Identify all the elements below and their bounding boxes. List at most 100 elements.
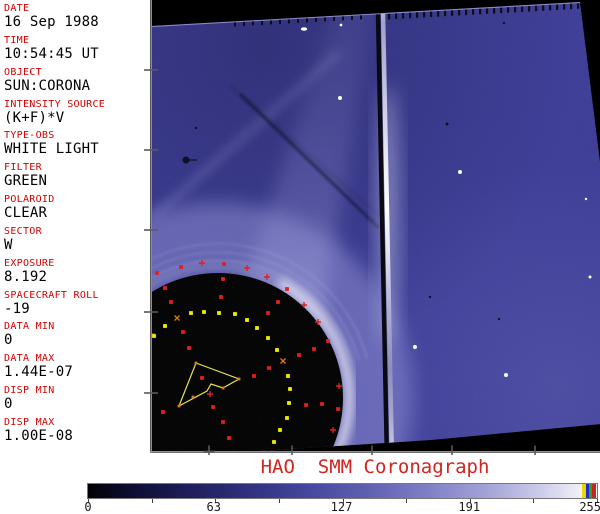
bottom-axis-tick bbox=[371, 445, 373, 458]
metadata-row: EXPOSURE 8.192 bbox=[0, 258, 150, 290]
fiducial-markers bbox=[151, 260, 342, 444]
colorbar-tick-label: 127 bbox=[330, 500, 353, 514]
red-square-marker bbox=[304, 403, 308, 407]
metadata-row: TIME 10:54:45 UT bbox=[0, 35, 150, 67]
field-value: 8.192 bbox=[4, 268, 48, 285]
metadata-row: FILTER GREEN bbox=[0, 162, 150, 194]
dust-speck bbox=[182, 156, 190, 164]
colorbar-tick bbox=[151, 499, 153, 503]
bottom-axis-tick bbox=[451, 445, 453, 458]
star-speck bbox=[588, 275, 592, 279]
field-label: DATA MIN bbox=[4, 321, 55, 333]
yellow-square-marker bbox=[286, 374, 290, 378]
red-cross-marker bbox=[264, 274, 270, 280]
field-value: GREEN bbox=[4, 173, 48, 190]
field-value: 0 bbox=[4, 396, 13, 413]
metadata-row: DATA MIN 0 bbox=[0, 321, 150, 353]
plot-background bbox=[150, 0, 600, 453]
coronagraph-display-window: { "panel": { "fields": [ {"label": "DATE… bbox=[0, 0, 600, 514]
polygon-vertex-dot bbox=[237, 377, 241, 381]
field-value: -19 bbox=[4, 300, 30, 317]
disk-rim-glow bbox=[277, 278, 354, 453]
dust-specks bbox=[182, 21, 506, 321]
field-label: DATE bbox=[4, 3, 30, 14]
red-cross-marker bbox=[199, 260, 205, 266]
metadata-row: OBJECT SUN:CORONA bbox=[0, 67, 150, 99]
red-square-marker bbox=[163, 286, 167, 290]
field-value: WHITE LIGHT bbox=[4, 141, 99, 158]
red-cross-marker bbox=[244, 265, 250, 271]
red-cross-marker bbox=[336, 383, 342, 389]
red-square-marker bbox=[312, 347, 316, 351]
field-label: OBJECT bbox=[4, 66, 42, 78]
field-value: 16 Sep 1988 bbox=[4, 14, 99, 30]
colorbar bbox=[87, 483, 598, 499]
yellow-square-marker bbox=[272, 440, 276, 444]
field-label: EXPOSURE bbox=[4, 257, 55, 269]
field-value: (K+F)*V bbox=[4, 109, 65, 126]
red-square-marker bbox=[211, 405, 215, 409]
field-label: DISP MIN bbox=[4, 385, 55, 397]
metadata-row: DATE 16 Sep 1988 bbox=[0, 3, 150, 35]
bottom-axis-tick bbox=[291, 445, 293, 458]
polygon-vertex-dot bbox=[191, 395, 195, 399]
colorbar-tick-label: 255 bbox=[579, 500, 600, 514]
dark-streak bbox=[238, 92, 381, 230]
field-value: 1.44E-07 bbox=[4, 364, 74, 381]
red-square-marker bbox=[161, 410, 165, 414]
dust-speck bbox=[194, 126, 198, 130]
field-label: SPACECRAFT ROLL bbox=[4, 289, 99, 301]
red-square-marker bbox=[227, 436, 231, 440]
left-axis-line bbox=[150, 0, 152, 453]
star-speck bbox=[413, 345, 417, 349]
red-square-marker bbox=[221, 420, 225, 424]
red-cross-marker bbox=[330, 427, 336, 433]
metadata-panel: DATE 16 Sep 1988 TIME 10:54:45 UT OBJECT SUN:… bbox=[0, 0, 150, 455]
field-label: SECTOR bbox=[4, 225, 42, 237]
pylon-shadow-line bbox=[375, 2, 389, 450]
metadata-row: DISP MAX 1.00E-08 bbox=[0, 417, 150, 449]
star-speck bbox=[339, 23, 343, 27]
axis-ticks bbox=[144, 69, 536, 458]
dust-speck bbox=[445, 122, 449, 126]
orange-x-marker bbox=[174, 315, 180, 321]
polygon-vertex-dot bbox=[194, 361, 198, 365]
dust-speck bbox=[428, 295, 432, 299]
field-label: DISP MAX bbox=[4, 416, 55, 428]
red-square-marker bbox=[181, 330, 185, 334]
bottom-axis-tick-crossbar bbox=[203, 450, 215, 453]
red-square-marker bbox=[221, 277, 225, 281]
field-label: FILTER bbox=[4, 162, 42, 174]
dust-speck bbox=[502, 21, 506, 25]
red-cross-marker bbox=[315, 319, 321, 325]
metadata-row: SPACECRAFT ROLL -19 bbox=[0, 290, 150, 322]
star-specks bbox=[300, 23, 592, 377]
yellow-square-marker bbox=[266, 336, 270, 340]
red-square-marker bbox=[267, 366, 271, 370]
red-square-marker bbox=[326, 339, 330, 343]
star-speck bbox=[504, 373, 508, 377]
star-speck bbox=[338, 96, 342, 100]
faint-ray bbox=[151, 49, 343, 221]
red-square-marker bbox=[151, 333, 155, 337]
overlay-color-stripe bbox=[592, 484, 596, 498]
star-speck bbox=[300, 27, 308, 31]
yellow-square-marker bbox=[245, 318, 249, 322]
yellow-square-marker bbox=[189, 311, 193, 315]
top-edge-artifacts bbox=[234, 3, 580, 27]
colorbar-tick-label: 0 bbox=[84, 500, 92, 514]
red-square-marker bbox=[187, 346, 191, 350]
yellow-square-marker bbox=[163, 324, 167, 328]
red-square-marker bbox=[285, 287, 289, 291]
red-cross-marker bbox=[301, 302, 307, 308]
red-square-marker bbox=[200, 376, 204, 380]
field-value: CLEAR bbox=[4, 205, 48, 222]
red-square-marker bbox=[276, 300, 280, 304]
metadata-row: INTENSITY SOURCE (K+F)*V bbox=[0, 99, 150, 131]
field-label: POLAROID bbox=[4, 194, 55, 206]
yellow-square-marker bbox=[255, 326, 259, 330]
red-square-marker bbox=[320, 402, 324, 406]
red-square-marker bbox=[155, 271, 159, 275]
colorbar-tick bbox=[278, 499, 280, 503]
red-square-marker bbox=[297, 353, 301, 357]
